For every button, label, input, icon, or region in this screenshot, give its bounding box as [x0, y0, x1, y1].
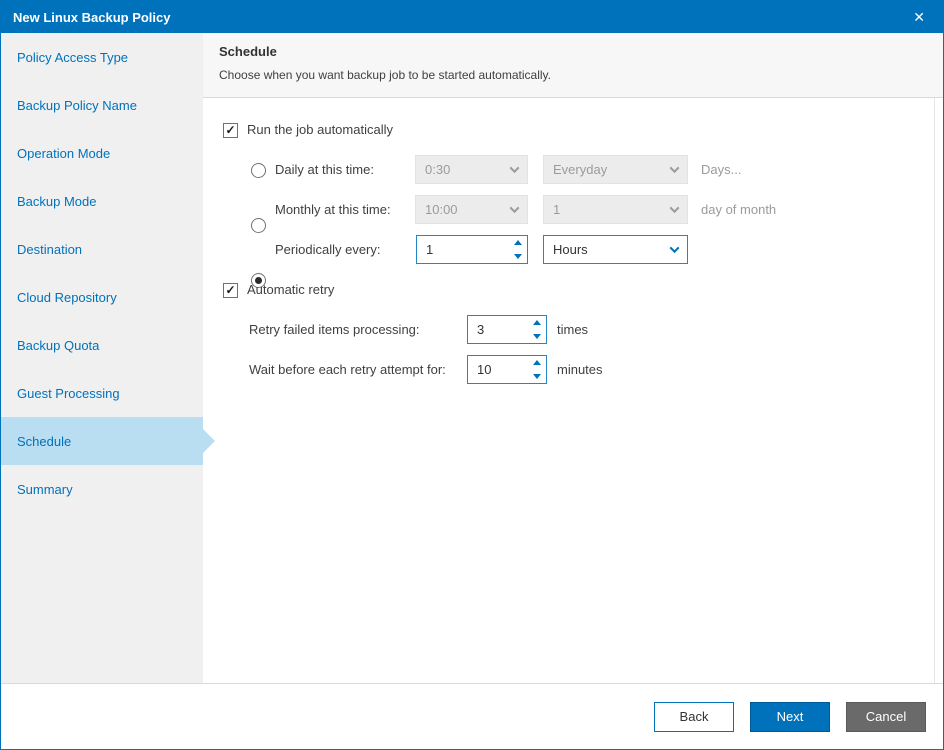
chevron-down-icon [670, 243, 680, 253]
sidebar-item-policy-access-type[interactable]: Policy Access Type [1, 33, 203, 81]
back-button[interactable]: Back [654, 702, 734, 732]
chevron-down-icon [670, 163, 680, 173]
dialog-body: Policy Access Type Backup Policy Name Op… [1, 33, 943, 683]
arrow-down-icon [514, 254, 522, 259]
minutes-label: minutes [557, 355, 603, 385]
days-button-label: Days... [701, 155, 741, 185]
arrow-up-icon [514, 240, 522, 245]
times-label: times [557, 315, 588, 345]
retry-wait-spinner[interactable]: 10 [467, 355, 547, 384]
close-icon[interactable]: ✕ [907, 6, 931, 28]
chevron-down-icon [670, 203, 680, 213]
content-panel: Schedule Choose when you want backup job… [203, 33, 943, 683]
retry-count-label: Retry failed items processing: [249, 315, 420, 345]
periodically-unit-select[interactable]: Hours [543, 235, 688, 264]
title-bar: New Linux Backup Policy ✕ [1, 1, 943, 33]
sidebar-item-guest-processing[interactable]: Guest Processing [1, 369, 203, 417]
spinner-up-button[interactable] [528, 356, 546, 370]
wizard-sidebar: Policy Access Type Backup Policy Name Op… [1, 33, 203, 683]
sidebar-item-summary[interactable]: Summary [1, 465, 203, 513]
daily-time-select[interactable]: 0:30 [415, 155, 528, 184]
arrow-down-icon [533, 374, 541, 379]
page-title: Schedule [219, 44, 927, 59]
monthly-label: Monthly at this time: [275, 195, 391, 225]
check-icon: ✓ [225, 284, 235, 296]
monthly-day-select[interactable]: 1 [543, 195, 688, 224]
automatic-retry-checkbox[interactable]: ✓ [223, 283, 238, 298]
day-of-month-label: day of month [701, 195, 776, 225]
arrow-up-icon [533, 360, 541, 365]
run-automatically-label: Run the job automatically [247, 115, 393, 145]
daily-label: Daily at this time: [275, 155, 374, 185]
periodically-label: Periodically every: [275, 235, 381, 265]
check-icon: ✓ [225, 124, 235, 136]
spinner-down-button[interactable] [528, 330, 546, 344]
sidebar-item-destination[interactable]: Destination [1, 225, 203, 273]
sidebar-item-backup-policy-name[interactable]: Backup Policy Name [1, 81, 203, 129]
daily-radio[interactable] [251, 163, 266, 178]
spinner-down-button[interactable] [509, 250, 527, 264]
next-button[interactable]: Next [750, 702, 830, 732]
periodically-value-spinner[interactable]: 1 [416, 235, 528, 264]
page-description: Choose when you want backup job to be st… [219, 68, 927, 82]
sidebar-item-cloud-repository[interactable]: Cloud Repository [1, 273, 203, 321]
footer-bar: Back Next Cancel [1, 683, 943, 749]
sidebar-item-backup-quota[interactable]: Backup Quota [1, 321, 203, 369]
monthly-radio[interactable] [251, 218, 266, 233]
spinner-up-button[interactable] [528, 316, 546, 330]
window-title: New Linux Backup Policy [13, 10, 171, 25]
spinner-down-button[interactable] [528, 370, 546, 384]
sidebar-item-backup-mode[interactable]: Backup Mode [1, 177, 203, 225]
sidebar-item-operation-mode[interactable]: Operation Mode [1, 129, 203, 177]
retry-wait-label: Wait before each retry attempt for: [249, 355, 446, 385]
automatic-retry-label: Automatic retry [247, 275, 334, 305]
arrow-down-icon [533, 334, 541, 339]
panel-header: Schedule Choose when you want backup job… [203, 33, 943, 98]
chevron-down-icon [510, 163, 520, 173]
sidebar-item-schedule[interactable]: Schedule [1, 417, 203, 465]
dialog-window: New Linux Backup Policy ✕ Policy Access … [0, 0, 944, 750]
cancel-button[interactable]: Cancel [846, 702, 926, 732]
daily-day-select[interactable]: Everyday [543, 155, 688, 184]
arrow-up-icon [533, 320, 541, 325]
monthly-time-select[interactable]: 10:00 [415, 195, 528, 224]
chevron-down-icon [510, 203, 520, 213]
run-automatically-checkbox[interactable]: ✓ [223, 123, 238, 138]
scrollbar-track [934, 98, 935, 683]
spinner-up-button[interactable] [509, 236, 527, 250]
retry-count-spinner[interactable]: 3 [467, 315, 547, 344]
